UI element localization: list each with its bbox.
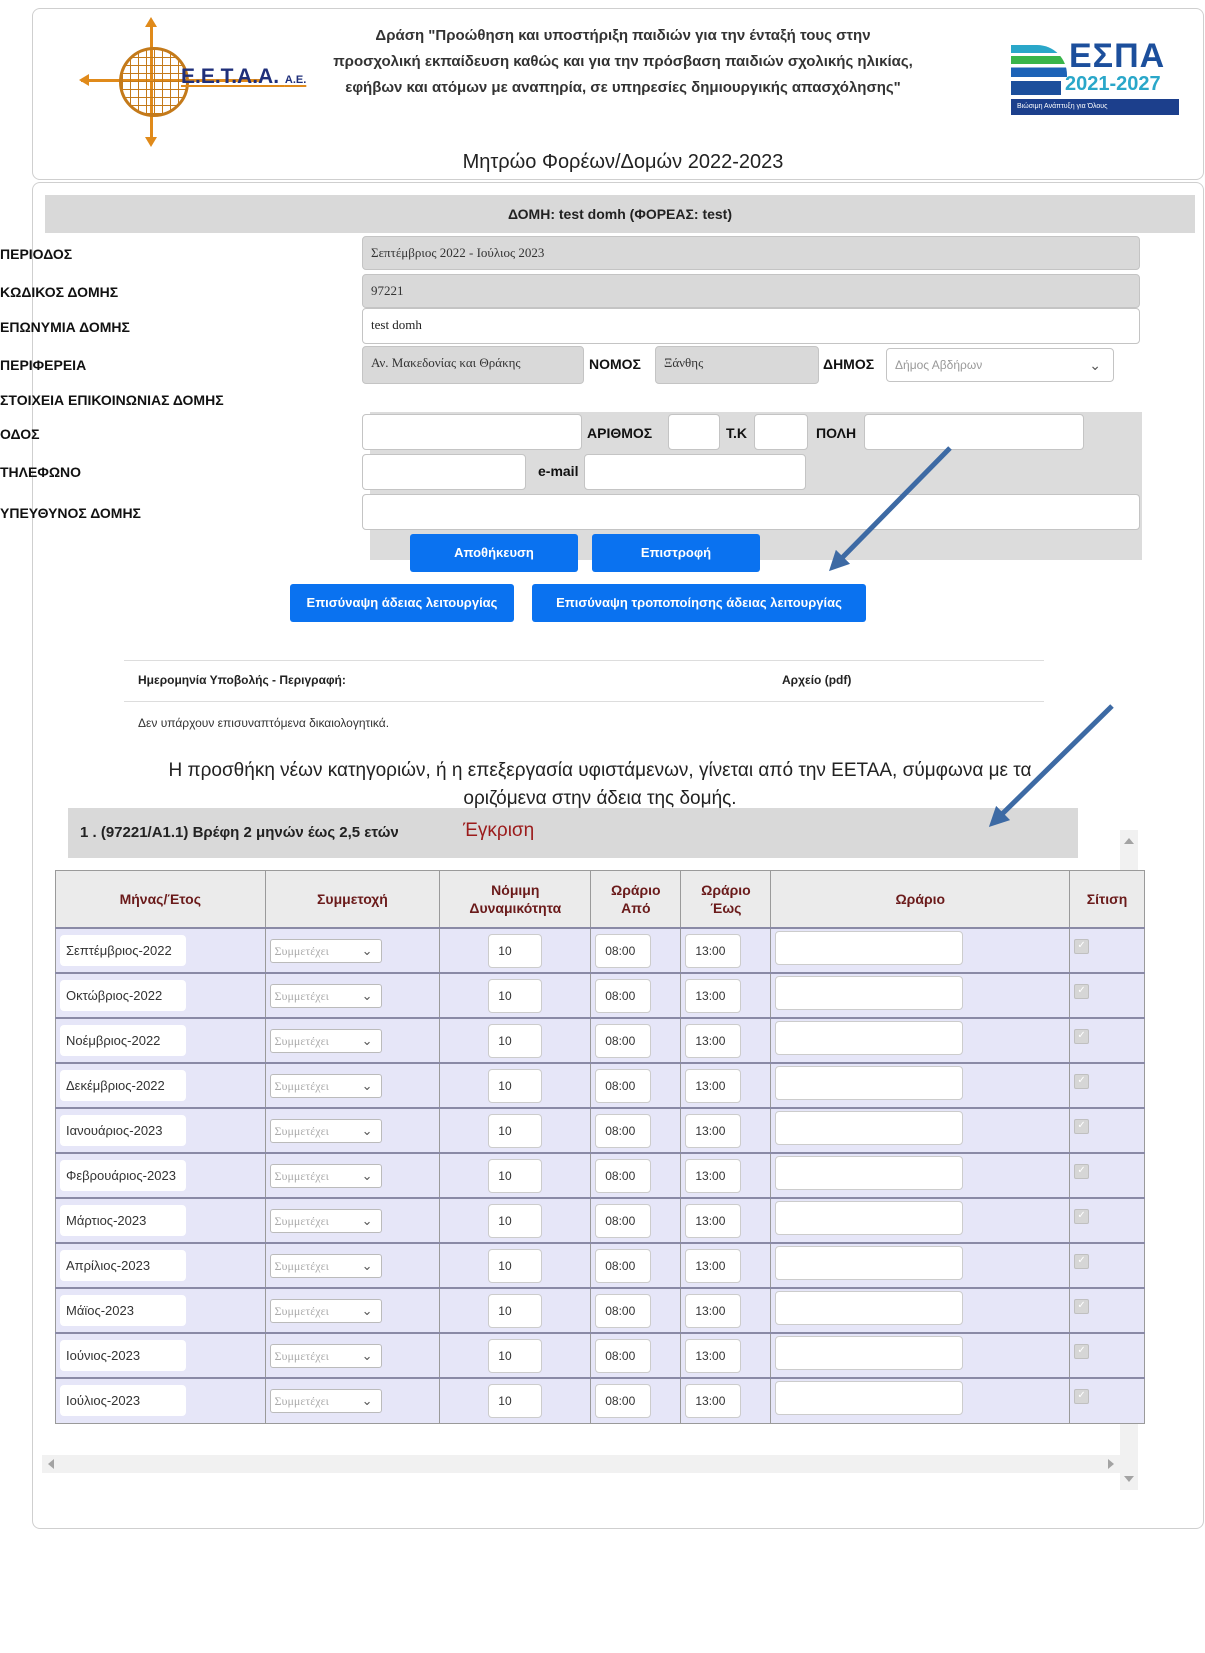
annotation-arrows (828, 446, 1114, 828)
annotation-arrow-2 (988, 704, 1114, 828)
annotation-arrow-1 (828, 446, 952, 572)
